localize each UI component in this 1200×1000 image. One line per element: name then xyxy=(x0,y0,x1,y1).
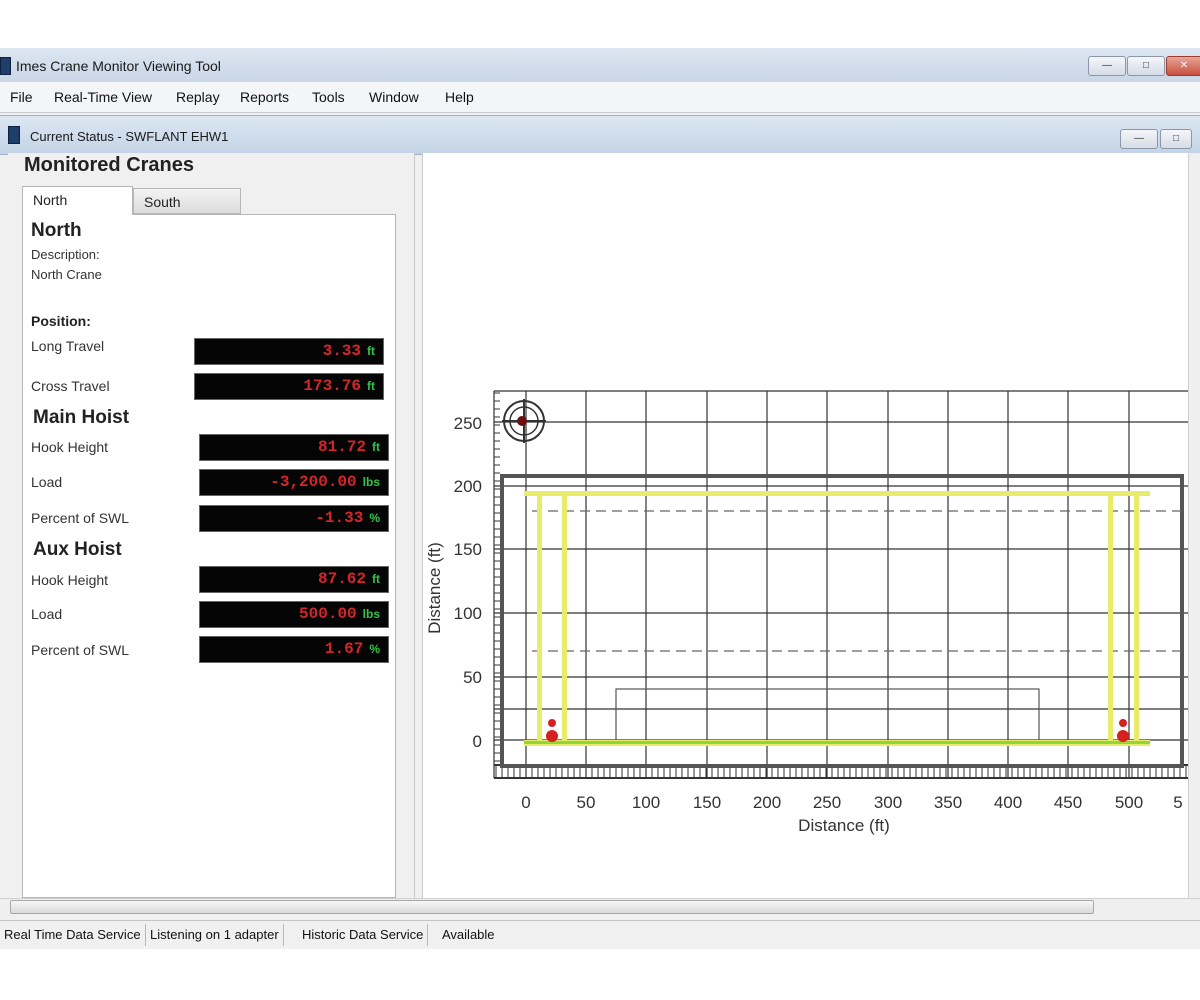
x-tick: 500 xyxy=(1115,793,1143,812)
runway-top-rail xyxy=(524,491,1150,496)
cross-travel-value: 173.76 ft xyxy=(194,373,384,400)
main-hook-height-number: 81.72 xyxy=(317,438,366,456)
cross-travel-label: Cross Travel xyxy=(31,378,110,394)
x-tick: 350 xyxy=(934,793,962,812)
cross-travel-unit: ft xyxy=(367,379,375,393)
long-travel-label: Long Travel xyxy=(31,338,105,354)
status-realtime-service: Real Time Data Service xyxy=(0,924,146,946)
compass-icon xyxy=(502,399,546,443)
child-maximize-button[interactable]: □ xyxy=(1160,129,1192,149)
aux-hook-height-label: Hook Height xyxy=(31,572,109,588)
main-load-unit: lbs xyxy=(362,475,380,489)
aux-load-number: 500.00 xyxy=(299,605,357,623)
crane-position-plot[interactable]: 0 50 100 150 200 250 0 50 100 150 200 25… xyxy=(422,153,1188,898)
menu-tools[interactable]: Tools xyxy=(312,89,345,105)
main-hook-height-value: 81.72 ft xyxy=(199,434,389,461)
x-axis-label: Distance (ft) xyxy=(798,816,890,835)
menu-replay[interactable]: Replay xyxy=(176,89,220,105)
main-hook-height-unit: ft xyxy=(372,440,380,454)
horizontal-scroll-thumb[interactable] xyxy=(10,900,1094,914)
aux-percent-swl-number: 1.67 xyxy=(324,640,364,658)
child-window-title: Current Status - SWFLANT EHW1 xyxy=(30,129,229,144)
crane-marker-right[interactable] xyxy=(1117,719,1129,742)
aux-load-label: Load xyxy=(31,606,63,622)
runway-bottom-green xyxy=(524,741,1150,744)
main-percent-swl-label: Percent of SWL xyxy=(31,510,130,526)
main-percent-swl-unit: % xyxy=(369,511,380,525)
main-hook-height-label: Hook Height xyxy=(31,439,109,455)
aux-percent-swl-unit: % xyxy=(369,642,380,656)
y-tick-labels: 0 50 100 150 200 250 xyxy=(454,414,482,751)
x-tick: 300 xyxy=(874,793,902,812)
vertical-scrollbar[interactable] xyxy=(1188,153,1200,898)
menu-window[interactable]: Window xyxy=(369,89,419,105)
ruler-tick-marks xyxy=(494,392,1187,778)
long-travel-unit: ft xyxy=(367,344,375,358)
aux-hook-height-unit: ft xyxy=(372,572,380,586)
child-window-icon xyxy=(8,126,20,144)
tab-north[interactable]: North xyxy=(22,186,133,215)
long-travel-value: 3.33 ft xyxy=(194,338,384,365)
main-percent-swl-value: -1.33% xyxy=(199,505,389,532)
maximize-button[interactable]: □ xyxy=(1127,56,1165,76)
aux-percent-swl-label: Percent of SWL xyxy=(31,642,130,658)
x-tick: 5 xyxy=(1173,793,1182,812)
crane-name: North xyxy=(31,220,82,241)
runway-left-rail-a xyxy=(537,493,542,745)
plot-grid xyxy=(493,390,1188,778)
aux-load-value: 500.00 lbs xyxy=(199,601,389,628)
runway-right-rail-b xyxy=(1134,493,1139,745)
window-title: Imes Crane Monitor Viewing Tool xyxy=(16,58,221,74)
main-load-number: -3,200.00 xyxy=(270,473,357,491)
child-minimize-button[interactable]: — xyxy=(1120,129,1158,149)
y-tick: 200 xyxy=(454,477,482,496)
main-hoist-heading: Main Hoist xyxy=(33,407,130,428)
x-tick: 0 xyxy=(521,793,530,812)
main-load-value: -3,200.00 lbs xyxy=(199,469,389,496)
x-tick: 400 xyxy=(994,793,1022,812)
x-tick: 150 xyxy=(693,793,721,812)
aux-load-unit: lbs xyxy=(362,607,380,621)
y-tick: 0 xyxy=(473,732,482,751)
aux-hook-height-value: 87.62 ft xyxy=(199,566,389,593)
x-tick: 200 xyxy=(753,793,781,812)
description-label: Description: xyxy=(31,247,100,262)
long-travel-number: 3.33 xyxy=(322,342,361,360)
minimize-button[interactable]: — xyxy=(1088,56,1126,76)
main-percent-swl-number: -1.33 xyxy=(315,509,364,527)
x-tick: 450 xyxy=(1054,793,1082,812)
status-available: Available xyxy=(442,927,495,942)
runway-right-rail-a xyxy=(1108,493,1113,745)
position-heading: Position: xyxy=(31,313,91,329)
x-tick-labels: 0 50 100 150 200 250 300 350 400 450 500… xyxy=(521,793,1182,812)
menu-file[interactable]: File xyxy=(10,89,33,105)
tab-south[interactable]: South xyxy=(133,188,241,214)
runway-left-rail-b xyxy=(562,493,567,745)
status-historic-service: Historic Data Service xyxy=(298,924,429,946)
building-frame xyxy=(500,474,1184,768)
aux-hook-height-number: 87.62 xyxy=(317,570,366,588)
x-tick: 250 xyxy=(813,793,841,812)
app-icon xyxy=(0,57,11,75)
y-tick: 250 xyxy=(454,414,482,433)
x-tick: 100 xyxy=(632,793,660,812)
cross-travel-number: 173.76 xyxy=(303,377,361,395)
crane-marker-left[interactable] xyxy=(546,719,558,742)
panel-heading: Monitored Cranes xyxy=(24,154,195,176)
crane-runway xyxy=(524,491,1150,746)
status-listening: Listening on 1 adapter xyxy=(146,924,284,946)
menu-help[interactable]: Help xyxy=(445,89,474,105)
close-button[interactable]: ✕ xyxy=(1166,56,1200,76)
y-axis-label: Distance (ft) xyxy=(425,542,444,634)
menu-reports[interactable]: Reports xyxy=(240,89,289,105)
y-tick: 50 xyxy=(463,668,482,687)
y-tick: 150 xyxy=(454,540,482,559)
aux-hoist-heading: Aux Hoist xyxy=(33,539,122,560)
aux-percent-swl-value: 1.67% xyxy=(199,636,389,663)
x-tick: 50 xyxy=(577,793,596,812)
y-tick: 100 xyxy=(454,604,482,623)
description-value: North Crane xyxy=(31,267,102,282)
menu-real-time-view[interactable]: Real-Time View xyxy=(54,89,152,105)
main-load-label: Load xyxy=(31,474,63,490)
